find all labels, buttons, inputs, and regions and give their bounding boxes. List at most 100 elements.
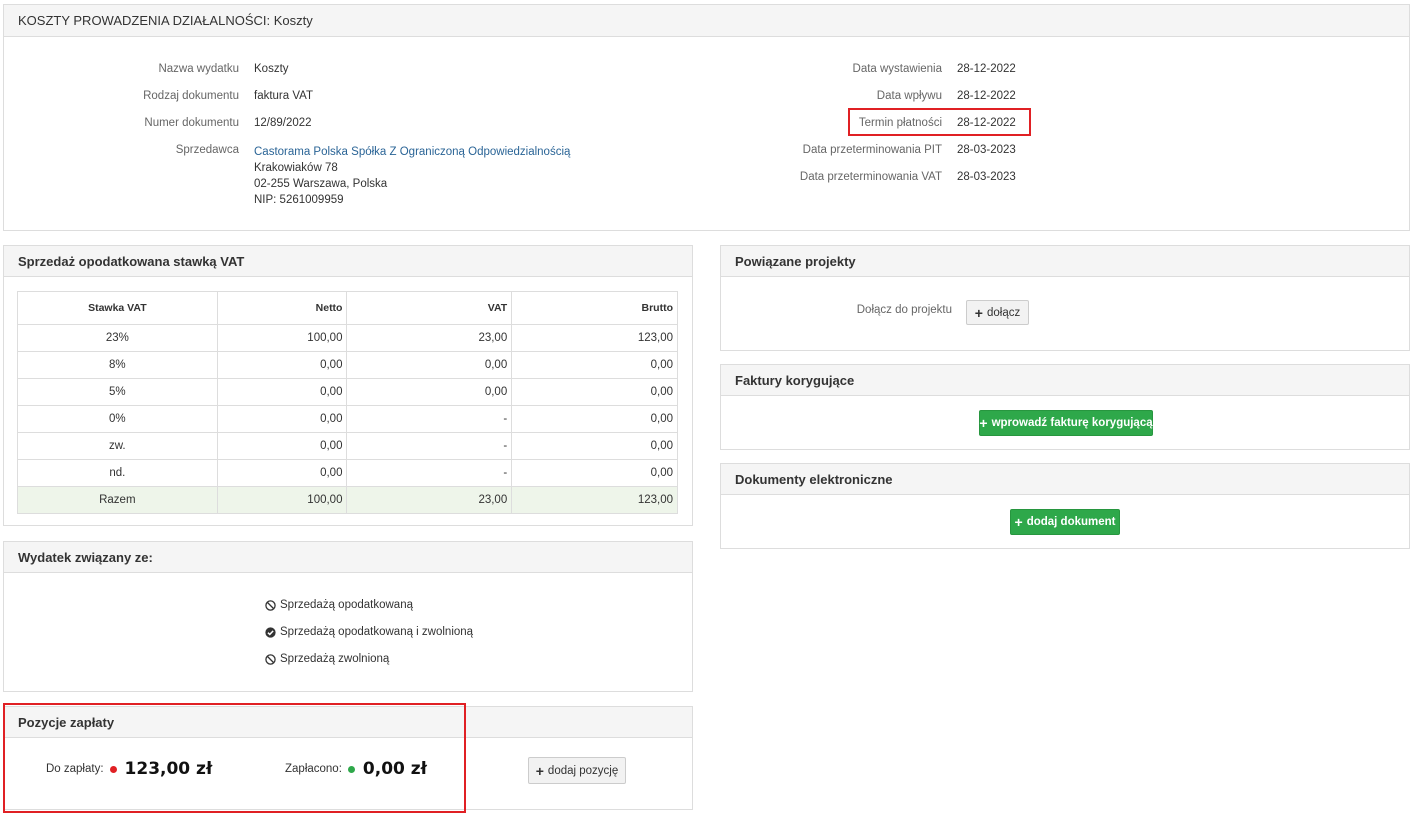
table-row: 8% 0,00 0,00 0,00 bbox=[17, 351, 678, 379]
pit-overdue-value: 28-03-2023 bbox=[957, 144, 1016, 156]
cell-gross: 123,00 bbox=[511, 324, 678, 352]
col-net: Netto bbox=[216, 291, 348, 325]
cell-total-vat: 23,00 bbox=[346, 486, 513, 514]
paid-status-dot bbox=[347, 765, 355, 773]
table-row: 5% 0,00 0,00 0,00 bbox=[17, 378, 678, 406]
cell-rate: 5% bbox=[17, 378, 218, 406]
cell-vat: 23,00 bbox=[346, 324, 513, 352]
cell-gross: 0,00 bbox=[511, 432, 678, 460]
cell-vat: - bbox=[346, 405, 513, 433]
option-label: Sprzedażą opodatkowaną bbox=[280, 599, 413, 611]
cell-rate: zw. bbox=[17, 432, 218, 460]
expense-related-panel: Wydatek związany ze: Sprzedażą opodatkow… bbox=[3, 541, 693, 692]
option-taxed-and-exempt-sales: Sprzedażą opodatkowaną i zwolnioną bbox=[265, 626, 473, 638]
cell-gross: 0,00 bbox=[511, 351, 678, 379]
add-document-button[interactable]: + dodaj dokument bbox=[1010, 509, 1120, 535]
cell-gross: 0,00 bbox=[511, 378, 678, 406]
table-row: zw. 0,00 - 0,00 bbox=[17, 432, 678, 460]
pit-overdue-label: Data przeterminowania PIT bbox=[802, 144, 942, 156]
vat-overdue-value: 28-03-2023 bbox=[957, 171, 1016, 183]
cell-rate: 23% bbox=[17, 324, 218, 352]
doc-number-value: 12/89/2022 bbox=[254, 117, 312, 129]
payment-due-label: Termin płatności bbox=[858, 117, 942, 129]
page-title: KOSZTY PROWADZENIA DZIAŁALNOŚCI: Koszty bbox=[4, 5, 1409, 37]
add-correction-invoice-button[interactable]: + wprowadź fakturę korygującą bbox=[979, 410, 1153, 436]
payment-due-value: 28-12-2022 bbox=[957, 117, 1016, 129]
amount-due-value: 123,00 zł bbox=[124, 759, 213, 779]
join-project-label: Dołącz do projektu bbox=[856, 304, 952, 316]
table-row: nd. 0,00 - 0,00 bbox=[17, 459, 678, 487]
due-status-dot bbox=[109, 765, 117, 773]
table-row: 23% 100,00 23,00 123,00 bbox=[17, 324, 678, 352]
seller-city: 02-255 Warszawa, Polska bbox=[254, 178, 388, 190]
receipt-date-label: Data wpływu bbox=[876, 90, 942, 102]
plus-icon: + bbox=[979, 415, 988, 431]
cell-net: 100,00 bbox=[216, 324, 348, 352]
cell-total-label: Razem bbox=[17, 486, 218, 514]
issue-date-value: 28-12-2022 bbox=[957, 63, 1016, 75]
option-label: Sprzedażą zwolnioną bbox=[280, 653, 390, 665]
projects-title: Powiązane projekty bbox=[721, 246, 1409, 277]
cell-rate: 8% bbox=[17, 351, 218, 379]
cell-rate: 0% bbox=[17, 405, 218, 433]
seller-name-link[interactable]: Castorama Polska Spółka Z Ograniczoną Od… bbox=[254, 146, 570, 158]
ban-icon bbox=[265, 653, 276, 665]
join-project-button[interactable]: + dołącz bbox=[966, 300, 1029, 325]
seller-label: Sprzedawca bbox=[175, 144, 239, 156]
seller-nip: NIP: 5261009959 bbox=[254, 194, 344, 206]
amount-due-label: Do zapłaty: bbox=[46, 763, 104, 775]
amount-paid-label: Zapłacono: bbox=[285, 763, 342, 775]
seller-block: Castorama Polska Spółka Z Ograniczoną Od… bbox=[254, 144, 570, 208]
vat-rates-panel: Sprzedaż opodatkowana stawką VAT Stawka … bbox=[3, 245, 693, 526]
payments-panel: Pozycje zapłaty Do zapłaty: 123,00 zł Za… bbox=[3, 706, 693, 810]
doc-type-value: faktura VAT bbox=[254, 90, 314, 102]
cell-vat: - bbox=[346, 432, 513, 460]
cell-net: 0,00 bbox=[216, 351, 348, 379]
projects-panel: Powiązane projekty Dołącz do projektu + … bbox=[720, 245, 1410, 351]
cell-rate: nd. bbox=[17, 459, 218, 487]
vat-overdue-label: Data przeterminowania VAT bbox=[799, 171, 942, 183]
plus-icon: + bbox=[535, 762, 544, 779]
plus-icon: + bbox=[974, 304, 983, 321]
issue-date-label: Data wystawienia bbox=[852, 63, 942, 75]
expense-related-title: Wydatek związany ze: bbox=[4, 542, 692, 573]
option-exempt-sales: Sprzedażą zwolnioną bbox=[265, 653, 389, 665]
vat-table-header: Stawka VAT Netto VAT Brutto bbox=[17, 291, 678, 325]
plus-icon: + bbox=[1014, 514, 1023, 530]
col-vat-rate: Stawka VAT bbox=[17, 291, 218, 325]
add-payment-button[interactable]: + dodaj pozycję bbox=[528, 757, 626, 784]
expense-name-label: Nazwa wydatku bbox=[158, 63, 239, 75]
cell-gross: 0,00 bbox=[511, 459, 678, 487]
option-label: Sprzedażą opodatkowaną i zwolnioną bbox=[280, 626, 474, 638]
seller-street: Krakowiaków 78 bbox=[254, 162, 338, 174]
electronic-documents-panel: Dokumenty elektroniczne + dodaj dokument bbox=[720, 463, 1410, 549]
doc-type-label: Rodzaj dokumentu bbox=[143, 90, 239, 102]
ban-icon bbox=[265, 599, 276, 611]
doc-number-label: Numer dokumentu bbox=[144, 117, 239, 129]
cell-gross: 0,00 bbox=[511, 405, 678, 433]
cell-net: 0,00 bbox=[216, 432, 348, 460]
col-gross: Brutto bbox=[511, 291, 678, 325]
cell-total-net: 100,00 bbox=[216, 486, 348, 514]
table-row: 0% 0,00 - 0,00 bbox=[17, 405, 678, 433]
amount-paid-value: 0,00 zł bbox=[362, 759, 427, 779]
vat-table: Stawka VAT Netto VAT Brutto 23% 100,00 2… bbox=[17, 291, 678, 514]
amount-due: Do zapłaty: 123,00 zł bbox=[46, 759, 212, 779]
join-project-button-label: dołącz bbox=[986, 306, 1021, 319]
cell-net: 0,00 bbox=[216, 405, 348, 433]
add-correction-label: wprowadź fakturę korygującą bbox=[991, 417, 1153, 429]
cell-total-gross: 123,00 bbox=[511, 486, 678, 514]
cell-vat: - bbox=[346, 459, 513, 487]
table-total-row: Razem 100,00 23,00 123,00 bbox=[17, 486, 678, 514]
cell-net: 0,00 bbox=[216, 459, 348, 487]
corrections-panel: Faktury korygujące + wprowadź fakturę ko… bbox=[720, 364, 1410, 450]
cell-net: 0,00 bbox=[216, 378, 348, 406]
vat-panel-title: Sprzedaż opodatkowana stawką VAT bbox=[4, 246, 692, 277]
payments-title: Pozycje zapłaty bbox=[4, 707, 692, 738]
cell-vat: 0,00 bbox=[346, 351, 513, 379]
expense-name-value: Koszty bbox=[254, 63, 289, 75]
receipt-date-value: 28-12-2022 bbox=[957, 90, 1016, 102]
cell-vat: 0,00 bbox=[346, 378, 513, 406]
corrections-title: Faktury korygujące bbox=[721, 365, 1409, 396]
check-circle-icon bbox=[265, 626, 276, 638]
